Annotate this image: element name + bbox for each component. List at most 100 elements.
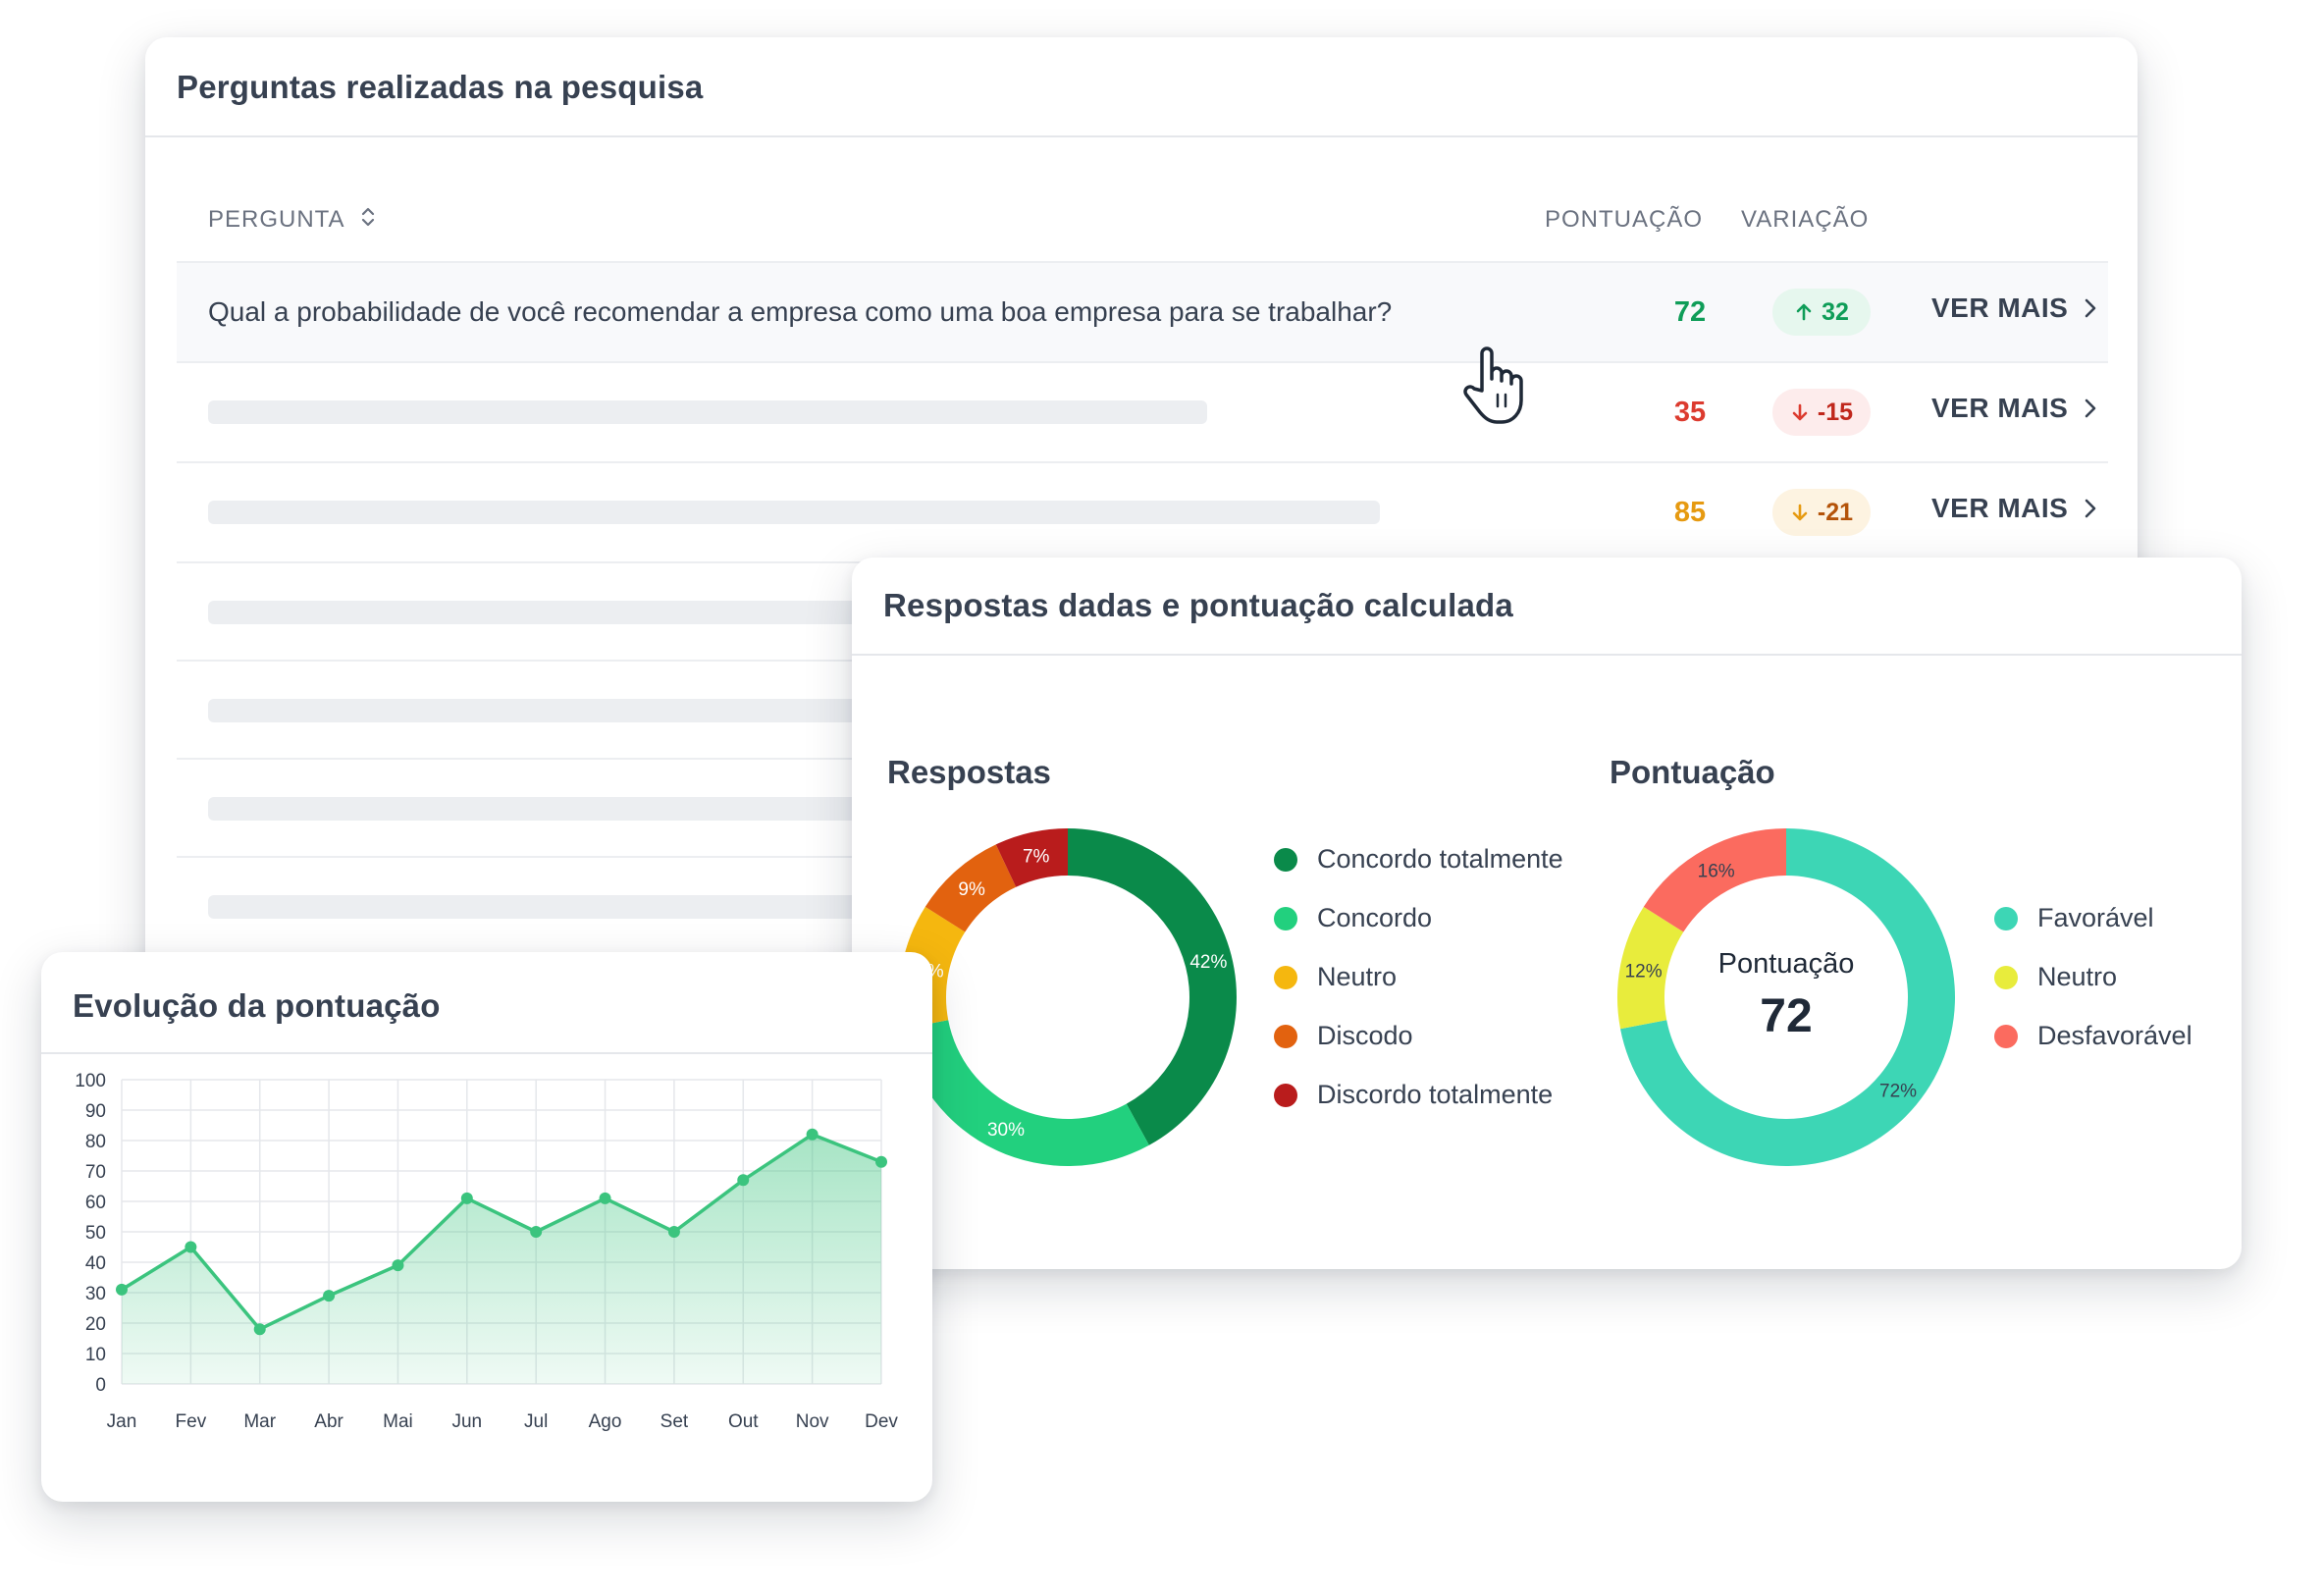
- donut-slice: [1068, 828, 1237, 1145]
- legend-label: Neutro: [1317, 962, 1398, 991]
- x-tick-label: Dev: [865, 1411, 898, 1432]
- x-tick-label: Nov: [796, 1411, 829, 1432]
- ver-mais-label: VER MAIS: [1931, 393, 2069, 423]
- donut-slice-label: 30%: [987, 1120, 1025, 1141]
- answers-card-title: Respostas dadas e pontuação calculada: [883, 587, 1513, 623]
- data-point: [599, 1192, 611, 1204]
- table-row[interactable]: Qual a probabilidade de você recomendar …: [177, 261, 2108, 361]
- pontuacao-title: Pontuação: [1610, 754, 1775, 790]
- ver-mais-link[interactable]: VER MAIS: [1931, 493, 2099, 524]
- legend-dot: [1994, 965, 2018, 989]
- y-tick-label: 60: [85, 1193, 106, 1213]
- evolution-card-title: Evolução da pontuação: [73, 987, 441, 1024]
- variation-badge: 32: [1772, 289, 1871, 336]
- arrow-down-icon: [1792, 504, 1808, 521]
- variation-value: 32: [1822, 297, 1849, 326]
- respostas-donut-chart: 42%30%12%9%7%: [899, 828, 1237, 1166]
- respostas-title: Respostas: [887, 754, 1051, 790]
- legend-item: Discodo: [1274, 1021, 1413, 1051]
- legend-item: Concordo totalmente: [1274, 844, 1563, 875]
- x-tick-label: Jun: [451, 1411, 482, 1432]
- arrow-down-icon: [1792, 403, 1808, 421]
- donut-slice-label: 72%: [1879, 1081, 1917, 1101]
- score-value: 85: [1673, 497, 1707, 528]
- donut-center-label: Pontuação: [1717, 948, 1855, 980]
- data-point: [875, 1155, 887, 1168]
- column-header-variation: VARIAÇÃO: [1741, 206, 1870, 233]
- y-tick-label: 70: [85, 1162, 106, 1183]
- questions-card-title: Perguntas realizadas na pesquisa: [177, 69, 704, 105]
- donut-slice: [902, 1020, 1149, 1166]
- column-header-question-label: PERGUNTA: [208, 206, 344, 233]
- column-header-question[interactable]: PERGUNTA: [208, 206, 375, 235]
- x-tick-label: Fev: [176, 1411, 207, 1432]
- legend-label: Neutro: [2037, 962, 2118, 991]
- legend-item: Neutro: [1994, 962, 2117, 992]
- x-tick-label: Mar: [243, 1411, 276, 1432]
- y-tick-label: 100: [75, 1071, 106, 1091]
- data-point: [667, 1226, 680, 1238]
- legend-dot: [1274, 1024, 1297, 1048]
- legend-item: Discordo totalmente: [1274, 1080, 1553, 1110]
- data-point: [253, 1323, 266, 1336]
- column-header-score: PONTUAÇÃO: [1545, 206, 1704, 233]
- x-tick-label: Mai: [383, 1411, 413, 1432]
- y-tick-label: 50: [85, 1223, 106, 1244]
- question-skeleton: [208, 501, 1380, 524]
- y-tick-label: 10: [85, 1345, 106, 1365]
- arrow-up-icon: [1796, 303, 1812, 321]
- y-tick-label: 20: [85, 1314, 106, 1335]
- legend-item: Desfavorável: [1994, 1021, 2192, 1051]
- table-row[interactable]: 85 -21 VER MAIS: [177, 461, 2108, 561]
- x-tick-label: Ago: [589, 1411, 622, 1432]
- x-tick-label: Abr: [314, 1411, 343, 1432]
- chevron-right-icon: [2086, 398, 2096, 418]
- legend-label: Discordo totalmente: [1317, 1080, 1554, 1109]
- answers-card-divider: [852, 654, 2242, 656]
- donut-slice-label: 42%: [1189, 952, 1227, 973]
- chevron-right-icon: [2086, 499, 2096, 518]
- data-point: [116, 1283, 128, 1296]
- ver-mais-label: VER MAIS: [1931, 292, 2069, 323]
- legend-dot: [1274, 965, 1297, 989]
- legend-label: Favorável: [2037, 903, 2154, 932]
- x-tick-label: Jul: [524, 1411, 548, 1432]
- legend-label: Concordo: [1317, 903, 1433, 932]
- donut-slice-label: 7%: [1023, 847, 1050, 868]
- data-point: [737, 1174, 750, 1187]
- legend-dot: [1274, 847, 1297, 872]
- legend-label: Desfavorável: [2037, 1021, 2192, 1050]
- legend-dot: [1274, 906, 1297, 930]
- score-value: 72: [1673, 296, 1707, 328]
- question-text: Qual a probabilidade de você recomendar …: [208, 296, 1393, 327]
- data-point: [806, 1128, 819, 1141]
- legend-label: Concordo totalmente: [1317, 844, 1563, 874]
- sort-icon[interactable]: [361, 206, 375, 235]
- y-tick-label: 40: [85, 1253, 106, 1274]
- data-point: [323, 1290, 336, 1302]
- table-row[interactable]: 35 -15 VER MAIS: [177, 361, 2108, 461]
- ver-mais-link[interactable]: VER MAIS: [1931, 393, 2099, 424]
- variation-value: -15: [1817, 398, 1854, 426]
- legend-dot: [1994, 906, 2018, 930]
- data-point: [460, 1192, 473, 1204]
- ver-mais-link[interactable]: VER MAIS: [1931, 292, 2099, 324]
- y-tick-label: 80: [85, 1132, 106, 1152]
- x-tick-label: Out: [728, 1411, 759, 1432]
- donut-slice-label: 9%: [958, 879, 985, 900]
- donut-center-value: 72: [1760, 990, 1813, 1042]
- donut-slice-label: 12%: [1625, 961, 1663, 982]
- variation-badge: -15: [1772, 389, 1871, 436]
- legend-label: Discodo: [1317, 1021, 1413, 1050]
- legend-item: Concordo: [1274, 903, 1432, 933]
- x-tick-label: Jan: [107, 1411, 137, 1432]
- legend-item: Favorável: [1994, 903, 2154, 933]
- y-tick-label: 0: [95, 1375, 106, 1396]
- score-value: 35: [1673, 397, 1707, 428]
- y-tick-label: 30: [85, 1284, 106, 1304]
- question-skeleton: [208, 400, 1207, 424]
- data-point: [392, 1259, 404, 1272]
- data-point: [530, 1226, 543, 1238]
- ver-mais-label: VER MAIS: [1931, 493, 2069, 523]
- legend-dot: [1994, 1024, 2018, 1048]
